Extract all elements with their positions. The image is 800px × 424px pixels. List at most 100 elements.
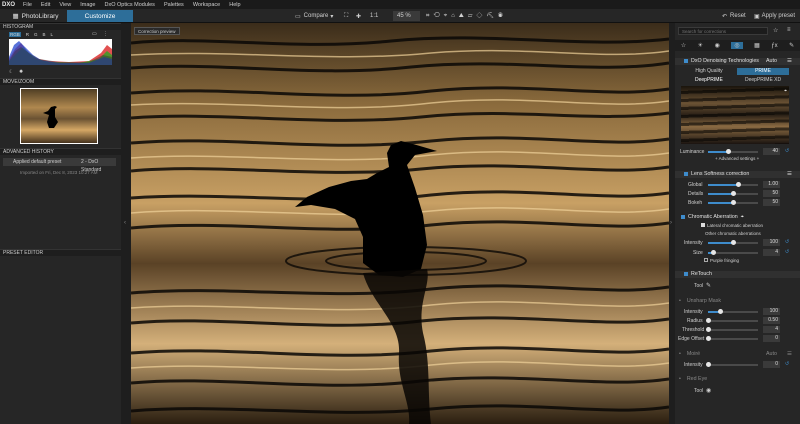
unsharp-edge-offset-slider[interactable] (705, 336, 758, 341)
reset-slider-icon[interactable]: ↺ (785, 361, 789, 367)
slider-knob[interactable] (735, 182, 741, 187)
channel-r[interactable]: R (26, 32, 29, 37)
history-item[interactable]: Applied default preset 2 - DxO Standard (3, 158, 116, 173)
red-eye-header[interactable]: • Red Eye (675, 376, 800, 383)
moire-intensity-value[interactable]: 0 (763, 361, 780, 368)
denoise-preview[interactable]: ⌖ (681, 86, 789, 144)
lens-bokeh-value[interactable]: 50 (763, 199, 780, 206)
help-icon[interactable]: ☰ (787, 171, 792, 178)
enable-toggle[interactable] (684, 271, 688, 276)
luminance-slider[interactable] (708, 149, 758, 154)
retouch-tool-icon[interactable]: ✎ (706, 282, 711, 289)
slider-knob[interactable] (730, 200, 736, 205)
disabled-toggle-icon[interactable]: • (679, 298, 681, 304)
denoise-section-header[interactable]: DxO Denoising Technologies Auto ☰ (675, 58, 800, 65)
unsharp-radius-slider[interactable] (705, 318, 758, 323)
reset-slider-icon[interactable]: ↺ (785, 148, 789, 154)
lens-global-value[interactable]: 1.00 (763, 181, 780, 188)
disabled-toggle-icon[interactable]: • (679, 351, 681, 357)
denoise-mode[interactable]: Auto (766, 58, 777, 65)
left-panel-collapse-bar[interactable]: ‹ (121, 23, 131, 424)
histogram-options-icon[interactable]: ⋮ (103, 31, 108, 37)
highlight-clip-icon[interactable]: ✹ (19, 69, 23, 75)
channel-l[interactable]: L (51, 32, 54, 37)
slider-knob[interactable] (705, 362, 711, 367)
deepprime-option[interactable]: DeepPRIME (695, 77, 723, 83)
shadow-clip-icon[interactable]: ☾ (9, 69, 13, 75)
unsharp-intensity-value[interactable]: 100 (763, 308, 780, 315)
moire-mode[interactable]: Auto (766, 351, 777, 358)
favorites-tab-icon[interactable]: ☆ (681, 42, 686, 49)
tab-customize[interactable]: Customize (67, 10, 133, 22)
moire-header[interactable]: • Moiré Auto ☰ (675, 351, 800, 358)
zoom-in-button[interactable]: ✚ (356, 11, 361, 21)
help-icon[interactable]: ☰ (787, 58, 792, 65)
channel-rgb[interactable]: RGB (9, 32, 21, 37)
slider-knob[interactable] (730, 240, 736, 245)
unsharp-threshold-slider[interactable] (705, 327, 758, 332)
unsharp-threshold-value[interactable]: 4 (763, 326, 780, 333)
correction-preview-button[interactable]: Correction preview (134, 27, 180, 35)
high-quality-option[interactable]: High Quality (689, 68, 729, 75)
compare-button[interactable]: ▭ Compare ▾ (295, 11, 333, 21)
chromatic-aberration-header[interactable]: Chromatic Aberration ⌖ (675, 214, 800, 221)
tab-photolibrary[interactable]: ▦ PhotoLibrary (8, 10, 63, 22)
menu-workspace[interactable]: Workspace (193, 2, 220, 8)
deepprime-xd-option[interactable]: DeepPRIME XD (745, 77, 781, 83)
moire-intensity-slider[interactable] (705, 362, 758, 367)
monitor-icon[interactable]: ▭ (92, 31, 97, 37)
detail-tab-icon[interactable]: ◎ (731, 42, 743, 49)
menu-edit[interactable]: Edit (41, 2, 50, 8)
menu-palettes[interactable]: Palettes (164, 2, 184, 8)
reset-slider-icon[interactable]: ↺ (785, 249, 789, 255)
menu-file[interactable]: File (23, 2, 32, 8)
reset-button[interactable]: ↶ Reset (722, 11, 746, 21)
luminance-value[interactable]: 40 (763, 148, 780, 155)
color-tab-icon[interactable]: ◉ (715, 42, 720, 49)
channel-g[interactable]: G (34, 32, 38, 37)
fit-button[interactable]: ⛶ (344, 11, 348, 21)
slider-knob[interactable] (705, 327, 711, 332)
prime-option[interactable]: PRIME (737, 68, 789, 75)
ca-intensity-slider[interactable] (708, 240, 758, 245)
navigator-thumbnail[interactable] (20, 88, 98, 144)
lens-details-value[interactable]: 50 (763, 190, 780, 197)
ca-size-value[interactable]: 4 (763, 249, 780, 256)
panel-menu-icon[interactable]: ≡ (787, 27, 791, 33)
slider-knob[interactable] (730, 191, 736, 196)
ca-intensity-value[interactable]: 100 (763, 239, 780, 246)
lens-bokeh-slider[interactable] (708, 200, 758, 205)
pin-icon[interactable]: ⌖ (784, 88, 787, 94)
slider-knob[interactable] (705, 318, 711, 323)
slider-knob[interactable] (725, 149, 731, 154)
eye-icon[interactable]: ◉ (706, 387, 711, 394)
unsharp-mask-header[interactable]: • Unsharp Mask (675, 298, 800, 305)
help-icon[interactable]: ☰ (787, 351, 792, 358)
image-viewer[interactable]: Correction preview (131, 23, 669, 424)
lens-global-slider[interactable] (708, 182, 758, 187)
retouch-header[interactable]: ReTouch (675, 271, 800, 278)
slider-knob[interactable] (718, 309, 723, 314)
enable-toggle[interactable] (684, 171, 688, 176)
apply-preset-button[interactable]: ▣ Apply preset (754, 11, 795, 21)
lateral-ca-checkbox[interactable]: Lateral chromatic aberration (701, 223, 763, 228)
unsharp-edge-offset-value[interactable]: 0 (763, 335, 780, 342)
edit-tools-icons[interactable]: ⌗⟲⌖⌂⛰▱◇⛏◉ (426, 11, 507, 21)
search-corrections-input[interactable] (678, 27, 768, 35)
unsharp-radius-value[interactable]: 0.50 (763, 317, 780, 324)
slider-knob[interactable] (705, 336, 711, 341)
menu-help[interactable]: Help (229, 2, 240, 8)
ratio-button[interactable]: 1:1 (370, 11, 378, 21)
menu-image[interactable]: Image (80, 2, 95, 8)
zoom-level-field[interactable]: 45 % (393, 11, 420, 21)
advanced-settings-link[interactable]: + Advanced settings + (715, 156, 759, 161)
unsharp-intensity-slider[interactable] (708, 309, 758, 314)
lens-softness-header[interactable]: Lens Softness correction ☰ (675, 171, 800, 178)
reset-slider-icon[interactable]: ↺ (785, 239, 789, 245)
eyedropper-icon[interactable]: ⌖ (741, 214, 744, 220)
menu-view[interactable]: View (59, 2, 71, 8)
enable-toggle[interactable] (681, 214, 685, 219)
enable-toggle[interactable] (684, 58, 688, 63)
ca-size-slider[interactable] (708, 250, 758, 255)
local-adjust-tab-icon[interactable]: ✎ (789, 42, 794, 49)
